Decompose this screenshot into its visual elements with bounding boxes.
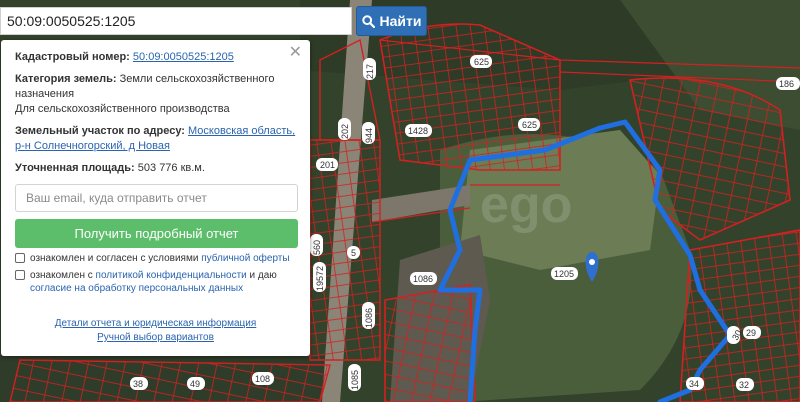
svg-text:5: 5 xyxy=(351,248,356,258)
svg-text:1085: 1085 xyxy=(350,370,360,390)
cadastral-number-link[interactable]: 50:09:0050525:1205 xyxy=(133,51,234,63)
svg-text:186: 186 xyxy=(779,79,794,89)
offer-link[interactable]: публичной оферты xyxy=(201,253,289,264)
search-button[interactable]: Найти xyxy=(356,6,427,36)
svg-text:625: 625 xyxy=(522,120,537,130)
parcel-label: 1085 xyxy=(348,364,361,391)
cadastral-row: Кадастровый номер: 50:09:0050525:1205 xyxy=(15,50,296,65)
svg-text:1086: 1086 xyxy=(413,274,433,284)
parcel-label: 560 xyxy=(310,234,323,256)
svg-text:625: 625 xyxy=(474,57,489,67)
category-use: Для сельскохозяйственного производства xyxy=(15,103,230,115)
svg-text:49: 49 xyxy=(190,379,200,389)
search-icon xyxy=(361,14,375,28)
privacy-checkbox[interactable] xyxy=(15,270,25,280)
svg-text:202: 202 xyxy=(340,124,350,139)
area-label: Уточненная площадь: xyxy=(15,162,135,174)
get-report-button[interactable]: Получить подробный отчет xyxy=(15,219,298,248)
svg-text:34: 34 xyxy=(689,379,699,389)
address-label: Земельный участок по адресу: xyxy=(15,125,185,137)
parcel-label: 5 xyxy=(347,246,360,259)
consent-privacy-text: ознакомлен с политикой конфиденциальност… xyxy=(30,270,277,294)
parcel-label: 49 xyxy=(187,377,205,390)
parcel-label: 1428 xyxy=(405,124,432,137)
svg-text:108: 108 xyxy=(255,374,270,384)
map-watermark: ego xyxy=(480,176,572,234)
consent-offer: ознакомлен и согласен с условиями публич… xyxy=(15,252,296,265)
parcel-label: 625 xyxy=(518,118,540,131)
area-row: Уточненная площадь: 503 776 кв.м. xyxy=(15,161,296,176)
parcel-label: 29 xyxy=(743,326,761,339)
parcel-label: 186 xyxy=(776,77,800,90)
parcel-label: 19572 xyxy=(313,262,326,292)
cadastral-label: Кадастровый номер: xyxy=(15,51,130,63)
privacy-policy-link[interactable]: политикой конфиденциальности xyxy=(96,270,247,281)
parcel-label: 108 xyxy=(252,372,274,385)
parcel-info-panel: ✕ Кадастровый номер: 50:09:0050525:1205 … xyxy=(1,40,310,356)
parcel-label: 201 xyxy=(316,158,338,171)
consent-privacy: ознакомлен с политикой конфиденциальност… xyxy=(15,269,296,295)
parcel-label: 1205 xyxy=(551,267,578,280)
category-row: Категория земель: Земли сельскохозяйстве… xyxy=(15,72,296,117)
manual-selection-link[interactable]: Ручной выбор вариантов xyxy=(15,331,296,345)
svg-text:944: 944 xyxy=(364,128,374,143)
svg-text:29: 29 xyxy=(746,328,756,338)
offer-checkbox[interactable] xyxy=(15,253,25,263)
details-link[interactable]: Детали отчета и юридическая информация xyxy=(15,317,296,331)
parcel-label: 32 xyxy=(736,378,754,391)
parcel-label: 1086 xyxy=(362,302,375,329)
category-label: Категория земель: xyxy=(15,73,117,85)
svg-text:1086: 1086 xyxy=(364,308,374,328)
search-input[interactable] xyxy=(0,7,352,35)
close-icon[interactable]: ✕ xyxy=(289,45,302,61)
footer-links: Детали отчета и юридическая информация Р… xyxy=(15,317,296,345)
search-button-label: Найти xyxy=(379,13,422,29)
address-row: Земельный участок по адресу: Московская … xyxy=(15,124,296,154)
svg-text:38: 38 xyxy=(133,379,143,389)
parcel-label: 202 xyxy=(338,118,351,140)
svg-text:1428: 1428 xyxy=(408,126,428,136)
email-field[interactable] xyxy=(15,184,298,212)
parcel-label: 944 xyxy=(362,122,375,144)
svg-text:201: 201 xyxy=(320,160,335,170)
parcel-label: 1086 xyxy=(410,272,437,285)
svg-text:1205: 1205 xyxy=(554,269,574,279)
svg-text:560: 560 xyxy=(312,240,322,255)
svg-text:217: 217 xyxy=(365,64,375,79)
personal-data-link[interactable]: согласие на обработку персональных данны… xyxy=(30,283,243,294)
svg-text:19572: 19572 xyxy=(315,266,325,291)
consent-offer-text: ознакомлен и согласен с условиями публич… xyxy=(30,253,290,264)
svg-text:32: 32 xyxy=(739,380,749,390)
parcel-label: 217 xyxy=(363,58,376,80)
parcel-label: 38 xyxy=(130,377,148,390)
parcel-label: 625 xyxy=(470,55,492,68)
parcel-label: 34 xyxy=(686,377,704,390)
area-value: 503 776 кв.м. xyxy=(137,162,205,174)
